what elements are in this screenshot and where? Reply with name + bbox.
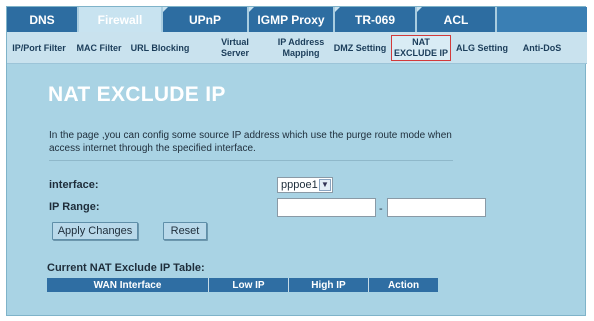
subtab-label: Virtual Server — [220, 37, 250, 58]
subtab-dmz-setting[interactable]: DMZ Setting — [329, 32, 391, 64]
interface-select-value: pppoe1 — [281, 179, 318, 191]
subtab-ip-address-mapping[interactable]: IP Address Mapping — [269, 32, 333, 64]
subtab-label: IP Address Mapping — [277, 37, 325, 58]
subtab-alg-setting[interactable]: ALG Setting — [453, 32, 511, 64]
interface-label: interface: — [49, 179, 99, 191]
apply-changes-label: Apply Changes — [57, 225, 133, 237]
tab-upnp[interactable]: UPnP — [163, 7, 249, 32]
page-description: In the page ,you can config some source … — [49, 130, 452, 154]
ip-range-label: IP Range: — [49, 201, 100, 213]
column-header-high-ip: High IP — [289, 278, 369, 292]
tab-tr069-label: TR-069 — [354, 12, 395, 27]
reset-button[interactable]: Reset — [163, 222, 207, 240]
tab-dns-label: DNS — [29, 12, 55, 27]
subtab-label: IP/Port Filter — [12, 42, 66, 53]
tab-dns[interactable]: DNS — [7, 7, 79, 32]
reset-label: Reset — [170, 225, 200, 237]
table-title: Current NAT Exclude IP Table: — [47, 262, 205, 274]
subtab-mac-filter[interactable]: MAC Filter — [71, 32, 127, 64]
subtab-label: URL Blocking — [130, 42, 190, 53]
router-config-frame: DNS Firewall UPnP IGMP Proxy TR-069 ACL … — [6, 6, 587, 316]
tab-tr069[interactable]: TR-069 — [335, 7, 417, 32]
tab-igmp-proxy-label: IGMP Proxy — [257, 12, 325, 27]
subtab-label: Anti-DoS — [522, 42, 562, 53]
interface-select[interactable]: pppoe1 ▼ — [277, 177, 333, 193]
subtab-nat-exclude-ip[interactable]: NAT EXCLUDE IP — [391, 35, 451, 61]
tab-upnp-label: UPnP — [188, 12, 221, 27]
ip-start-input[interactable] — [277, 198, 376, 217]
tab-acl-label: ACL — [443, 12, 469, 27]
subtab-label: NAT EXCLUDE IP — [393, 37, 448, 58]
top-tab-bar: DNS Firewall UPnP IGMP Proxy TR-069 ACL — [7, 7, 587, 32]
ip-end-input[interactable] — [387, 198, 486, 217]
range-separator: - — [379, 203, 383, 215]
tab-firewall-label: Firewall — [97, 12, 143, 27]
page-title: NAT EXCLUDE IP — [48, 83, 226, 106]
subtab-anti-dos[interactable]: Anti-DoS — [519, 32, 565, 64]
subtab-ip-port-filter[interactable]: IP/Port Filter — [9, 32, 69, 64]
tab-igmp-proxy[interactable]: IGMP Proxy — [249, 7, 335, 32]
tab-firewall[interactable]: Firewall — [79, 7, 163, 32]
table-header-row: WAN Interface Low IP High IP Action — [47, 278, 438, 292]
chevron-down-icon[interactable]: ▼ — [319, 179, 331, 191]
column-header-action: Action — [369, 278, 438, 292]
subtab-label: ALG Setting — [456, 42, 508, 53]
tab-acl[interactable]: ACL — [417, 7, 497, 32]
subtab-label: MAC Filter — [76, 42, 122, 53]
subtab-virtual-server[interactable]: Virtual Server — [215, 32, 255, 64]
sub-tab-bar: IP/Port Filter MAC Filter URL Blocking V… — [7, 32, 587, 64]
subtab-url-blocking[interactable]: URL Blocking — [129, 32, 191, 64]
subtab-label: DMZ Setting — [333, 42, 387, 53]
column-header-low-ip: Low IP — [209, 278, 289, 292]
column-header-wan-interface: WAN Interface — [47, 278, 209, 292]
divider — [49, 160, 453, 161]
apply-changes-button[interactable]: Apply Changes — [52, 222, 138, 240]
